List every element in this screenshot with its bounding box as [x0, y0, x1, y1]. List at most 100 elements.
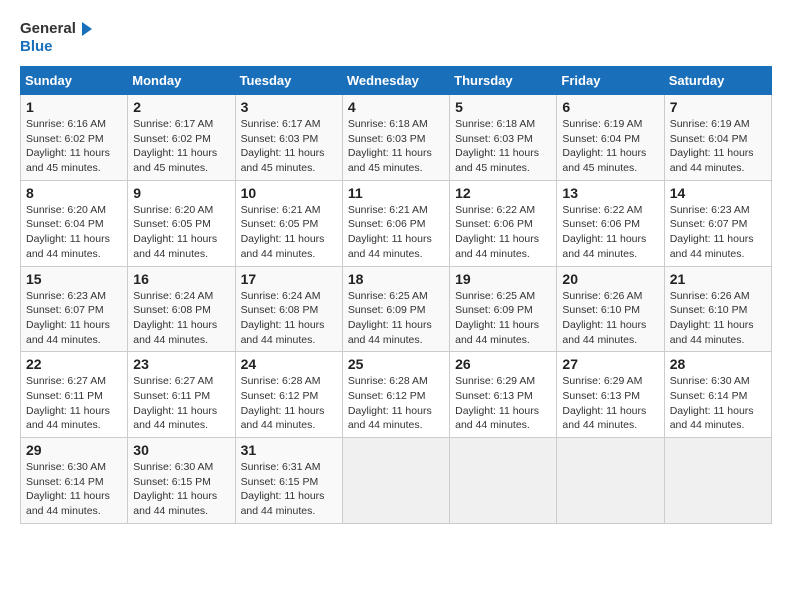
calendar-week-row: 1 Sunrise: 6:16 AM Sunset: 6:02 PM Daylig…: [21, 95, 772, 181]
calendar-cell: 18 Sunrise: 6:25 AM Sunset: 6:09 PM Dayli…: [342, 266, 449, 352]
day-info: Sunrise: 6:31 AM Sunset: 6:15 PM Dayligh…: [241, 460, 337, 519]
calendar-cell: 20 Sunrise: 6:26 AM Sunset: 6:10 PM Dayli…: [557, 266, 664, 352]
day-info: Sunrise: 6:21 AM Sunset: 6:06 PM Dayligh…: [348, 203, 444, 262]
day-number: 4: [348, 99, 444, 115]
day-number: 20: [562, 271, 658, 287]
day-info: Sunrise: 6:21 AM Sunset: 6:05 PM Dayligh…: [241, 203, 337, 262]
calendar-cell: 27 Sunrise: 6:29 AM Sunset: 6:13 PM Dayli…: [557, 352, 664, 438]
day-info: Sunrise: 6:25 AM Sunset: 6:09 PM Dayligh…: [455, 289, 551, 348]
day-number: 9: [133, 185, 229, 201]
calendar-cell: 23 Sunrise: 6:27 AM Sunset: 6:11 PM Dayli…: [128, 352, 235, 438]
day-number: 11: [348, 185, 444, 201]
day-info: Sunrise: 6:25 AM Sunset: 6:09 PM Dayligh…: [348, 289, 444, 348]
calendar-cell: 22 Sunrise: 6:27 AM Sunset: 6:11 PM Dayli…: [21, 352, 128, 438]
calendar-cell: [664, 438, 771, 524]
calendar-cell: 10 Sunrise: 6:21 AM Sunset: 6:05 PM Dayli…: [235, 180, 342, 266]
day-number: 16: [133, 271, 229, 287]
day-number: 7: [670, 99, 766, 115]
day-info: Sunrise: 6:24 AM Sunset: 6:08 PM Dayligh…: [133, 289, 229, 348]
calendar-cell: [557, 438, 664, 524]
day-info: Sunrise: 6:28 AM Sunset: 6:12 PM Dayligh…: [348, 374, 444, 433]
calendar-cell: 29 Sunrise: 6:30 AM Sunset: 6:14 PM Dayli…: [21, 438, 128, 524]
day-number: 13: [562, 185, 658, 201]
day-number: 8: [26, 185, 122, 201]
calendar-cell: 9 Sunrise: 6:20 AM Sunset: 6:05 PM Daylig…: [128, 180, 235, 266]
calendar-cell: 30 Sunrise: 6:30 AM Sunset: 6:15 PM Dayli…: [128, 438, 235, 524]
calendar-cell: 25 Sunrise: 6:28 AM Sunset: 6:12 PM Dayli…: [342, 352, 449, 438]
day-number: 21: [670, 271, 766, 287]
weekday-header: Wednesday: [342, 67, 449, 95]
day-info: Sunrise: 6:22 AM Sunset: 6:06 PM Dayligh…: [562, 203, 658, 262]
day-info: Sunrise: 6:27 AM Sunset: 6:11 PM Dayligh…: [26, 374, 122, 433]
day-info: Sunrise: 6:29 AM Sunset: 6:13 PM Dayligh…: [562, 374, 658, 433]
weekday-header: Sunday: [21, 67, 128, 95]
calendar-week-row: 22 Sunrise: 6:27 AM Sunset: 6:11 PM Dayli…: [21, 352, 772, 438]
calendar-table: SundayMondayTuesdayWednesdayThursdayFrid…: [20, 66, 772, 524]
day-number: 10: [241, 185, 337, 201]
day-info: Sunrise: 6:27 AM Sunset: 6:11 PM Dayligh…: [133, 374, 229, 433]
calendar-week-row: 8Sunrise: 6:20 AM Sunset: 6:04 PM Daylig…: [21, 180, 772, 266]
day-info: Sunrise: 6:30 AM Sunset: 6:14 PM Dayligh…: [26, 460, 122, 519]
day-number: 29: [26, 442, 122, 458]
logo-general: General: [20, 20, 76, 38]
calendar-week-row: 15Sunrise: 6:23 AM Sunset: 6:07 PM Dayli…: [21, 266, 772, 352]
calendar-cell: 6 Sunrise: 6:19 AM Sunset: 6:04 PM Daylig…: [557, 95, 664, 181]
day-number: 6: [562, 99, 658, 115]
day-info: Sunrise: 6:24 AM Sunset: 6:08 PM Dayligh…: [241, 289, 337, 348]
calendar-cell: 4Sunrise: 6:18 AM Sunset: 6:03 PM Daylig…: [342, 95, 449, 181]
day-number: 14: [670, 185, 766, 201]
calendar-cell: 7 Sunrise: 6:19 AM Sunset: 6:04 PM Daylig…: [664, 95, 771, 181]
calendar-cell: 16 Sunrise: 6:24 AM Sunset: 6:08 PM Dayli…: [128, 266, 235, 352]
day-info: Sunrise: 6:18 AM Sunset: 6:03 PM Dayligh…: [455, 117, 551, 176]
day-number: 25: [348, 356, 444, 372]
calendar-cell: 21 Sunrise: 6:26 AM Sunset: 6:10 PM Dayli…: [664, 266, 771, 352]
day-number: 1: [26, 99, 122, 115]
day-info: Sunrise: 6:16 AM Sunset: 6:02 PM Dayligh…: [26, 117, 122, 176]
day-number: 5: [455, 99, 551, 115]
day-number: 18: [348, 271, 444, 287]
day-number: 12: [455, 185, 551, 201]
day-number: 22: [26, 356, 122, 372]
day-info: Sunrise: 6:23 AM Sunset: 6:07 PM Dayligh…: [670, 203, 766, 262]
day-number: 26: [455, 356, 551, 372]
day-info: Sunrise: 6:26 AM Sunset: 6:10 PM Dayligh…: [562, 289, 658, 348]
day-info: Sunrise: 6:19 AM Sunset: 6:04 PM Dayligh…: [562, 117, 658, 176]
calendar-week-row: 29 Sunrise: 6:30 AM Sunset: 6:14 PM Dayli…: [21, 438, 772, 524]
logo: General Blue: [20, 20, 96, 56]
calendar-cell: 8Sunrise: 6:20 AM Sunset: 6:04 PM Daylig…: [21, 180, 128, 266]
day-number: 24: [241, 356, 337, 372]
calendar-cell: 31 Sunrise: 6:31 AM Sunset: 6:15 PM Dayli…: [235, 438, 342, 524]
calendar-cell: 5 Sunrise: 6:18 AM Sunset: 6:03 PM Daylig…: [450, 95, 557, 181]
calendar-cell: 19 Sunrise: 6:25 AM Sunset: 6:09 PM Dayli…: [450, 266, 557, 352]
day-number: 27: [562, 356, 658, 372]
weekday-header: Thursday: [450, 67, 557, 95]
calendar-cell: 12 Sunrise: 6:22 AM Sunset: 6:06 PM Dayli…: [450, 180, 557, 266]
logo-blue: Blue: [20, 38, 96, 56]
day-info: Sunrise: 6:22 AM Sunset: 6:06 PM Dayligh…: [455, 203, 551, 262]
calendar-cell: 3Sunrise: 6:17 AM Sunset: 6:03 PM Daylig…: [235, 95, 342, 181]
day-info: Sunrise: 6:26 AM Sunset: 6:10 PM Dayligh…: [670, 289, 766, 348]
logo-arrow-icon: [78, 20, 96, 38]
weekday-header: Tuesday: [235, 67, 342, 95]
calendar-cell: 17 Sunrise: 6:24 AM Sunset: 6:08 PM Dayli…: [235, 266, 342, 352]
day-number: 19: [455, 271, 551, 287]
calendar-cell: 24 Sunrise: 6:28 AM Sunset: 6:12 PM Dayli…: [235, 352, 342, 438]
calendar-cell: 2Sunrise: 6:17 AM Sunset: 6:02 PM Daylig…: [128, 95, 235, 181]
weekday-header: Saturday: [664, 67, 771, 95]
day-number: 31: [241, 442, 337, 458]
logo-text: General Blue: [20, 20, 96, 56]
calendar-cell: 1 Sunrise: 6:16 AM Sunset: 6:02 PM Daylig…: [21, 95, 128, 181]
day-info: Sunrise: 6:20 AM Sunset: 6:05 PM Dayligh…: [133, 203, 229, 262]
day-number: 23: [133, 356, 229, 372]
day-info: Sunrise: 6:17 AM Sunset: 6:02 PM Dayligh…: [133, 117, 229, 176]
calendar-cell: 14 Sunrise: 6:23 AM Sunset: 6:07 PM Dayli…: [664, 180, 771, 266]
day-info: Sunrise: 6:30 AM Sunset: 6:15 PM Dayligh…: [133, 460, 229, 519]
day-number: 17: [241, 271, 337, 287]
day-info: Sunrise: 6:28 AM Sunset: 6:12 PM Dayligh…: [241, 374, 337, 433]
page-header: General Blue: [20, 20, 772, 56]
day-info: Sunrise: 6:19 AM Sunset: 6:04 PM Dayligh…: [670, 117, 766, 176]
day-number: 30: [133, 442, 229, 458]
day-info: Sunrise: 6:29 AM Sunset: 6:13 PM Dayligh…: [455, 374, 551, 433]
day-info: Sunrise: 6:17 AM Sunset: 6:03 PM Dayligh…: [241, 117, 337, 176]
calendar-cell: [450, 438, 557, 524]
